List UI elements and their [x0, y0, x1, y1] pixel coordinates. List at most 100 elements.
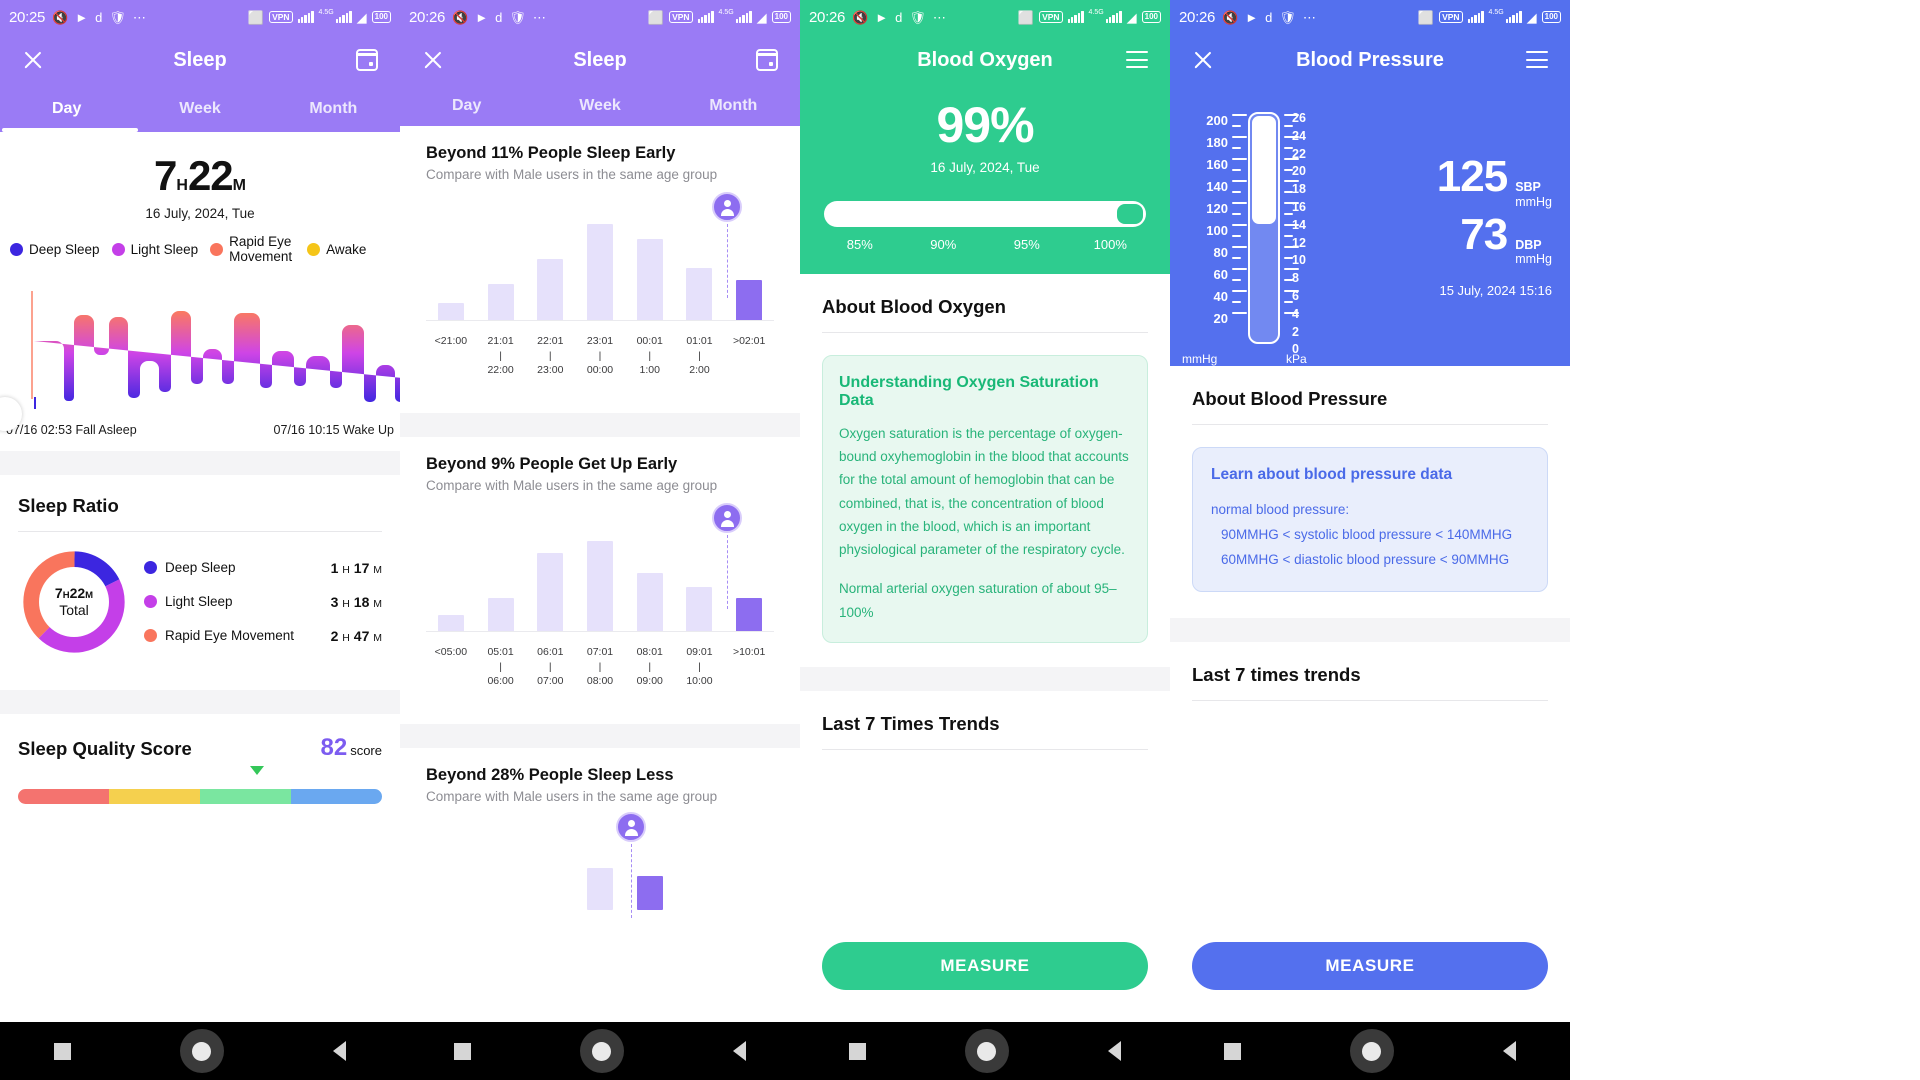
page-title: Blood Oxygen — [917, 48, 1053, 71]
home-circle-icon[interactable] — [964, 1029, 1009, 1073]
screenshot-root: 20:25 🔇 ► d 🛡 ⋯ ⬜ VPN 4.5G ◢ 100 Sleep D… — [0, 0, 1920, 1080]
signal2-icon — [1105, 11, 1122, 23]
tab-month[interactable]: Month — [667, 86, 800, 126]
gauge-tick-label: 10 — [1292, 253, 1306, 268]
gauge-tick-label: 120 — [1206, 201, 1228, 216]
history-button[interactable] — [1522, 45, 1552, 75]
ratio-label: Rapid Eye Movement — [165, 628, 295, 644]
square-icon[interactable] — [1224, 1042, 1242, 1060]
sbp-unit: mmHg — [1515, 194, 1552, 209]
sleep-minutes-unit: M — [232, 177, 246, 194]
ratio-hours: 3 — [330, 593, 339, 610]
ratio-m-unit: M — [373, 563, 382, 576]
fall-asleep-label: 07/16 02:53 Fall Asleep — [6, 422, 137, 437]
home-circle-icon[interactable] — [1349, 1029, 1394, 1073]
measure-button[interactable]: MEASURE — [822, 942, 1148, 990]
android-nav-bar — [400, 1022, 800, 1080]
gauge-left-labels: 200 180 160 140 120 100 80 60 40 20 — [1188, 110, 1228, 330]
square-icon[interactable] — [849, 1042, 867, 1060]
ratio-hours: 1 — [330, 559, 339, 576]
history-button[interactable] — [1122, 45, 1152, 75]
tab-week[interactable]: Week — [133, 86, 266, 132]
x-axis-labels: <05:00 05:01 | 06:00 06:01 | 07:00 07:01 | 08:… — [426, 645, 774, 688]
home-circle-icon[interactable] — [579, 1029, 624, 1073]
shield-icon: 🛡 — [109, 9, 126, 25]
section-divider — [800, 666, 1170, 691]
calendar-button[interactable] — [352, 45, 382, 75]
android-nav-bar — [0, 1022, 400, 1080]
bar-column — [426, 303, 476, 321]
tab-week[interactable]: Week — [533, 86, 666, 126]
d-icon: d — [95, 9, 103, 25]
d-icon: d — [1265, 9, 1273, 25]
bar-column — [476, 284, 526, 321]
spo2-progress-track — [824, 201, 1146, 227]
gauge-tick-label: 14 — [1292, 217, 1306, 232]
gauge-tick-label: 100 — [1206, 223, 1228, 238]
telegram-icon: ► — [875, 9, 889, 25]
blood-pressure-hero: 200 180 160 140 120 100 80 60 40 20 26 2… — [1170, 86, 1570, 366]
hypnogram-chart[interactable] — [0, 279, 400, 431]
back-triangle-icon[interactable] — [732, 1041, 746, 1061]
bars-container — [426, 820, 774, 910]
list-icon — [1526, 51, 1548, 69]
close-button[interactable] — [18, 45, 48, 75]
measure-button[interactable]: MEASURE — [1192, 942, 1548, 990]
sleep-quality-header: Sleep Quality Score 82 score — [18, 734, 382, 762]
x-tick-label: <05:00 — [434, 646, 468, 659]
shield-icon: 🛡 — [909, 9, 926, 25]
info-card-line: 90MMHG < systolic blood pressure < 140MM… — [1221, 526, 1513, 542]
gauge-tick-label: 160 — [1206, 157, 1228, 172]
bar-column — [426, 615, 476, 632]
back-triangle-icon[interactable] — [1502, 1041, 1516, 1061]
spo2-progress-knob — [1117, 204, 1143, 224]
sleep-date: 16 July, 2024, Tue — [145, 206, 255, 221]
gauge-tick-label: 24 — [1292, 128, 1306, 143]
x-tick-label: 00:01 | 1:00 — [636, 335, 663, 376]
divider — [822, 332, 1148, 333]
comparison-card-sleep-early: Beyond 11% People Sleep Early Compare wi… — [400, 126, 800, 376]
tab-day[interactable]: Day — [400, 86, 533, 126]
sleep-ratio-content: 7H22M Total Deep Sleep 1 H 17 M Light Sl… — [18, 532, 382, 676]
legend-dot-icon — [210, 243, 224, 257]
calendar-button[interactable] — [752, 45, 782, 75]
signal-icon — [297, 11, 314, 23]
sleep-duration-summary: 7H22M 16 July, 2024, Tue — [0, 132, 400, 221]
status-bar: 20:25 🔇 ► d 🛡 ⋯ ⬜ VPN 4.5G ◢ 100 — [0, 0, 400, 34]
home-circle-icon[interactable] — [179, 1029, 224, 1073]
page-title: Sleep — [573, 48, 627, 71]
back-triangle-icon[interactable] — [1107, 1041, 1121, 1061]
x-tick-label: 07:01 | 08:00 — [586, 646, 614, 687]
ratio-h-unit: H — [342, 631, 350, 644]
donut-total-word: Total — [59, 602, 89, 619]
close-button[interactable] — [418, 45, 448, 75]
status-bar: 20:26 🔇 ► d 🛡 ⋯ ⬜ VPN 4.5G ◢ 100 — [400, 0, 800, 34]
sleep-stage-legend: Deep Sleep Light Sleep Rapid Eye Movemen… — [0, 221, 400, 271]
gauge-tick-label: 200 — [1206, 113, 1228, 128]
section-divider — [1170, 617, 1570, 642]
sleep-ratio-title: Sleep Ratio — [18, 494, 119, 516]
gauge-tick-label: 140 — [1206, 179, 1228, 194]
gauge-tick-label: 4 — [1292, 306, 1299, 321]
ratio-label: Deep Sleep — [165, 560, 236, 576]
ratio-m-unit: M — [373, 631, 382, 644]
tab-month[interactable]: Month — [267, 86, 400, 132]
android-nav-bar — [800, 1022, 1170, 1080]
blood-pressure-info-card: Learn about blood pressure data normal b… — [1192, 447, 1548, 592]
back-triangle-icon[interactable] — [332, 1041, 346, 1061]
sleep-quality-section: Sleep Quality Score 82 score — [0, 714, 400, 804]
square-icon[interactable] — [454, 1042, 472, 1060]
more-icon: ⋯ — [132, 9, 146, 25]
tab-day[interactable]: Day — [0, 86, 133, 132]
gauge-fill-top — [1252, 116, 1276, 224]
signal2-icon — [335, 11, 352, 23]
close-button[interactable] — [1188, 45, 1218, 75]
signal2-icon — [1505, 11, 1522, 23]
right-filler — [1570, 0, 1920, 1080]
square-icon[interactable] — [54, 1042, 72, 1060]
info-card-paragraph: Normal arterial oxygen saturation of abo… — [839, 581, 1117, 620]
ratio-hours: 2 — [330, 627, 339, 644]
bar-column — [724, 598, 774, 632]
trends-title: Last 7 Times Trends — [822, 712, 1000, 734]
x-axis-labels: <21:00 21:01 | 22:00 22:01 | 23:00 23:01 | 00:… — [426, 334, 774, 377]
